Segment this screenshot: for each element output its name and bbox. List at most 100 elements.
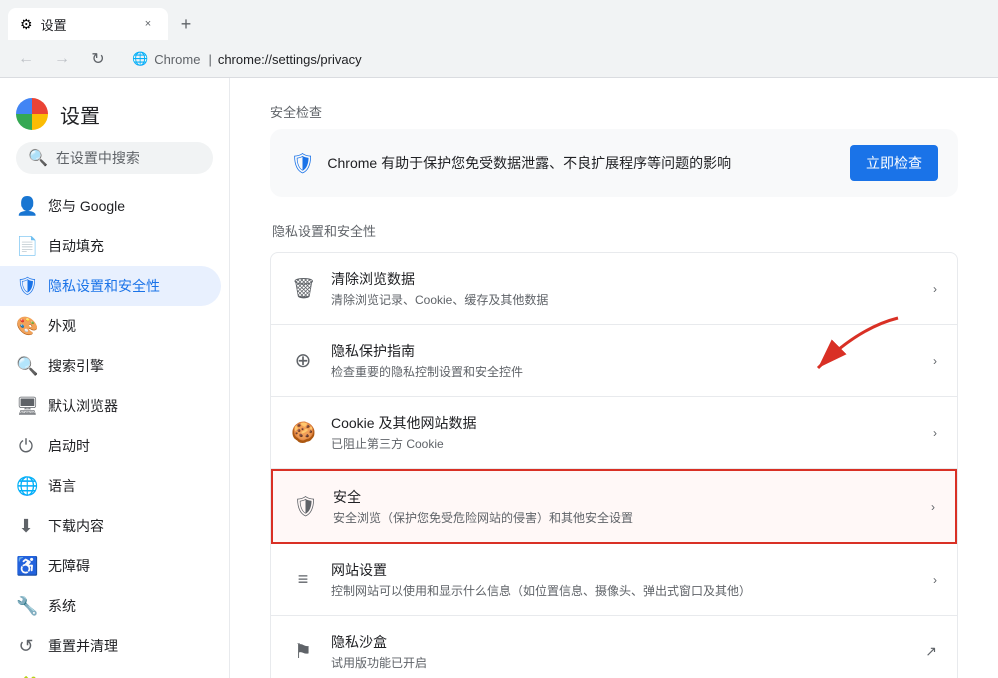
- tab-close-button[interactable]: ×: [140, 16, 156, 32]
- sandbox-external-icon: ↗: [925, 643, 937, 660]
- sidebar-item-search[interactable]: 🔍 搜索引擎: [0, 346, 221, 386]
- clear-browsing-title: 清除浏览数据: [331, 269, 917, 289]
- security-title: 安全: [333, 487, 915, 507]
- language-icon: 🌐: [16, 476, 36, 497]
- app-container: 设置 🔍 👤 您与 Google 📄 自动填充 🛡 隐私设置和安全性 🎨 外观 …: [0, 78, 998, 678]
- sidebar-label-accessibility: 无障碍: [48, 556, 90, 576]
- sidebar-item-downloads[interactable]: ⬇ 下载内容: [0, 506, 221, 546]
- sidebar-label-language: 语言: [48, 476, 76, 496]
- cookies-title: Cookie 及其他网站数据: [331, 413, 917, 433]
- cookies-item[interactable]: 🍪 Cookie 及其他网站数据 已阻止第三方 Cookie ›: [271, 397, 957, 469]
- reload-button[interactable]: ↻: [84, 45, 112, 73]
- privacy-icon: 🛡: [16, 276, 36, 297]
- autofill-icon: 📄: [16, 236, 36, 257]
- privacy-guide-title: 隐私保护指南: [331, 341, 917, 361]
- address-url: chrome://settings/privacy: [218, 52, 362, 67]
- address-site-name: Chrome: [154, 52, 200, 67]
- privacy-guide-item[interactable]: ⊕ 隐私保护指南 检查重要的隐私控制设置和安全控件 ›: [271, 325, 957, 397]
- privacy-section-title: 隐私设置和安全性: [270, 221, 958, 240]
- sidebar-item-appearance[interactable]: 🎨 外观: [0, 306, 221, 346]
- clear-browsing-subtitle: 清除浏览记录、Cookie、缓存及其他数据: [331, 291, 917, 308]
- sidebar-item-language[interactable]: 🌐 语言: [0, 466, 221, 506]
- security-subtitle: 安全浏览（保护您免受危险网站的侵害）和其他安全设置: [333, 509, 915, 526]
- sidebar-label-reset: 重置并清理: [48, 636, 118, 656]
- sandbox-item[interactable]: ⚑ 隐私沙盒 试用版功能已开启 ↗: [271, 616, 957, 678]
- safety-shield-icon: 🛡: [290, 151, 315, 176]
- security-item[interactable]: 🛡 安全 安全浏览（保护您免受危险网站的侵害）和其他安全设置 ›: [271, 469, 957, 544]
- sidebar-label-privacy: 隐私设置和安全性: [48, 276, 160, 296]
- sidebar-item-system[interactable]: 🔧 系统: [0, 586, 221, 626]
- sidebar-label-google: 您与 Google: [48, 196, 125, 216]
- clear-browsing-item[interactable]: 🗑 清除浏览数据 清除浏览记录、Cookie、缓存及其他数据 ›: [271, 253, 957, 325]
- sidebar-item-autofill[interactable]: 📄 自动填充: [0, 226, 221, 266]
- download-icon: ⬇: [16, 516, 36, 537]
- startup-icon: ⏻: [16, 436, 36, 457]
- back-button[interactable]: ←: [12, 45, 40, 73]
- sidebar-label-autofill: 自动填充: [48, 236, 104, 256]
- chrome-logo: [16, 98, 48, 130]
- safety-check-text: Chrome 有助于保护您免受数据泄露、不良扩展程序等问题的影响: [327, 153, 838, 173]
- reset-icon: ↺: [16, 636, 36, 657]
- privacy-settings-group: 🗑 清除浏览数据 清除浏览记录、Cookie、缓存及其他数据 › ⊕ 隐私保护指…: [270, 252, 958, 678]
- tab-bar: ⚙ 设置 × +: [0, 0, 998, 40]
- trash-icon: 🗑: [291, 276, 315, 301]
- sidebar-title: 设置: [60, 100, 100, 129]
- forward-button[interactable]: →: [48, 45, 76, 73]
- safety-check-card: 🛡 Chrome 有助于保护您免受数据泄露、不良扩展程序等问题的影响 立即检查: [270, 129, 958, 197]
- lock-icon: 🌐: [132, 51, 148, 67]
- tab-settings-icon: ⚙: [20, 16, 33, 33]
- site-settings-text: 网站设置 控制网站可以使用和显示什么信息（如位置信息、摄像头、弹出式窗口及其他）: [331, 560, 917, 599]
- sidebar-label-appearance: 外观: [48, 316, 76, 336]
- sandbox-subtitle: 试用版功能已开启: [331, 654, 909, 671]
- site-settings-title: 网站设置: [331, 560, 917, 580]
- site-settings-subtitle: 控制网站可以使用和显示什么信息（如位置信息、摄像头、弹出式窗口及其他）: [331, 582, 917, 599]
- sidebar-header: 设置: [0, 78, 229, 142]
- search-box[interactable]: 🔍: [16, 142, 213, 174]
- sandbox-icon: ⚑: [291, 639, 315, 664]
- main-content: 安全检查 🛡 Chrome 有助于保护您免受数据泄露、不良扩展程序等问题的影响 …: [230, 78, 998, 678]
- sidebar: 设置 🔍 👤 您与 Google 📄 自动填充 🛡 隐私设置和安全性 🎨 外观 …: [0, 78, 230, 678]
- nav-bar: ← → ↻ 🌐 Chrome | chrome://settings/priva…: [0, 40, 998, 78]
- sandbox-title: 隐私沙盒: [331, 632, 909, 652]
- sandbox-text: 隐私沙盒 试用版功能已开启: [331, 632, 909, 671]
- security-icon: 🛡: [293, 494, 317, 519]
- search-container: 🔍: [0, 142, 229, 186]
- search-input[interactable]: [56, 150, 201, 166]
- accessibility-icon: ♿: [16, 556, 36, 577]
- sidebar-label-system: 系统: [48, 596, 76, 616]
- sidebar-item-google[interactable]: 👤 您与 Google: [0, 186, 221, 226]
- sidebar-item-startup[interactable]: ⏻ 启动时: [0, 426, 221, 466]
- sidebar-item-extensions[interactable]: 🧩 扩展程序 ↗: [0, 666, 221, 678]
- search-engine-icon: 🔍: [16, 356, 36, 377]
- sidebar-item-accessibility[interactable]: ♿ 无障碍: [0, 546, 221, 586]
- tab-title: 设置: [41, 15, 132, 34]
- sidebar-item-default-browser[interactable]: 🖥 默认浏览器: [0, 386, 221, 426]
- privacy-guide-subtitle: 检查重要的隐私控制设置和安全控件: [331, 363, 917, 380]
- check-now-button[interactable]: 立即检查: [850, 145, 938, 181]
- browser-chrome: ⚙ 设置 × + ← → ↻ 🌐 Chrome | chrome://setti…: [0, 0, 998, 78]
- cookies-subtitle: 已阻止第三方 Cookie: [331, 435, 917, 452]
- privacy-guide-text: 隐私保护指南 检查重要的隐私控制设置和安全控件: [331, 341, 917, 380]
- site-settings-item[interactable]: ≡ 网站设置 控制网站可以使用和显示什么信息（如位置信息、摄像头、弹出式窗口及其…: [271, 544, 957, 616]
- cookie-icon: 🍪: [291, 420, 315, 445]
- active-tab[interactable]: ⚙ 设置 ×: [8, 8, 168, 40]
- clear-browsing-arrow: ›: [933, 282, 937, 296]
- sidebar-label-downloads: 下载内容: [48, 516, 104, 536]
- address-separator: |: [208, 52, 211, 67]
- clear-browsing-text: 清除浏览数据 清除浏览记录、Cookie、缓存及其他数据: [331, 269, 917, 308]
- sidebar-label-search: 搜索引擎: [48, 356, 104, 376]
- security-arrow: ›: [931, 500, 935, 514]
- address-bar[interactable]: 🌐 Chrome | chrome://settings/privacy: [120, 45, 986, 73]
- privacy-guide-arrow: ›: [933, 354, 937, 368]
- privacy-guide-icon: ⊕: [291, 348, 315, 373]
- cookies-text: Cookie 及其他网站数据 已阻止第三方 Cookie: [331, 413, 917, 452]
- site-settings-arrow: ›: [933, 573, 937, 587]
- system-icon: 🔧: [16, 596, 36, 617]
- sidebar-item-privacy[interactable]: 🛡 隐私设置和安全性: [0, 266, 221, 306]
- sidebar-item-reset[interactable]: ↺ 重置并清理: [0, 626, 221, 666]
- google-icon: 👤: [16, 196, 36, 217]
- new-tab-button[interactable]: +: [172, 10, 200, 38]
- sidebar-label-startup: 启动时: [48, 436, 90, 456]
- cookies-arrow: ›: [933, 426, 937, 440]
- site-settings-icon: ≡: [291, 569, 315, 590]
